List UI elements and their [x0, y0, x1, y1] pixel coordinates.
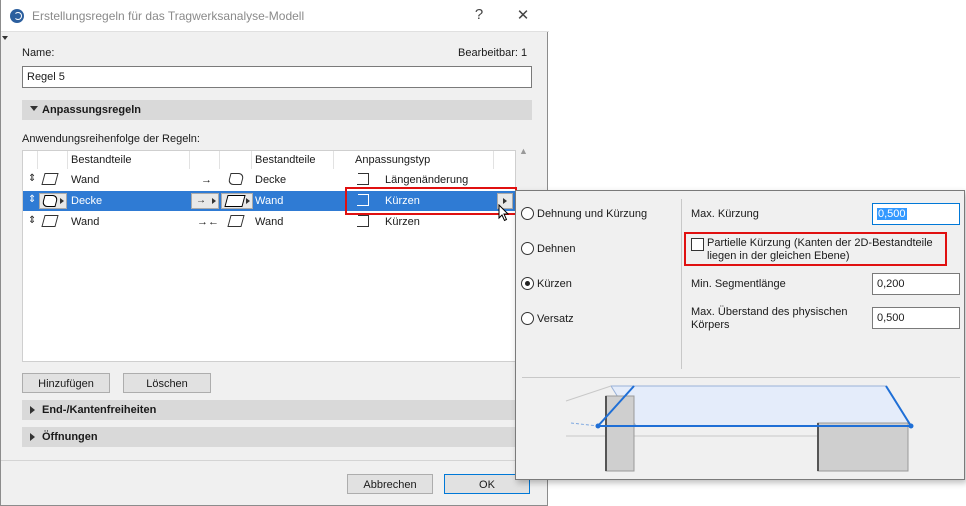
max-shortening-label: Max. Kürzung — [691, 208, 759, 220]
section-openings-label: Öffnungen — [42, 431, 98, 443]
right-component-dropdown[interactable] — [221, 193, 253, 209]
name-label: Name: — [22, 47, 55, 59]
help-button[interactable]: ? — [469, 6, 489, 23]
table-row-selected[interactable]: ⇕ Decke → Wand Kürzen — [23, 191, 515, 211]
max-overhang-input[interactable]: 0,500 — [872, 307, 960, 329]
row-arrow: → — [196, 195, 206, 206]
horizontal-divider — [522, 377, 960, 378]
row-arrow: → — [201, 174, 212, 186]
delete-button[interactable]: Löschen — [123, 373, 211, 393]
left-component-dropdown[interactable] — [39, 193, 67, 209]
row-adjust-type: Kürzen — [385, 195, 420, 207]
slab-icon — [227, 173, 245, 185]
min-segment-label: Min. Segmentlänge — [691, 278, 786, 290]
expanded-arrow-icon — [30, 106, 38, 111]
column-header-adjust-type: Anpassungstyp — [355, 154, 431, 166]
add-button[interactable]: Hinzufügen — [22, 373, 110, 393]
adjust-type-popup: Dehnung und Kürzung Dehnen Kürzen Versat… — [515, 190, 965, 480]
dropdown-arrow-icon — [246, 198, 250, 204]
rules-dialog: Erstellungsregeln für das Tragwerksanaly… — [0, 0, 549, 506]
radio-extend-and-shorten-label[interactable]: Dehnung und Kürzung — [537, 208, 647, 220]
drag-handle-icon[interactable]: ⇕ — [28, 194, 36, 205]
rules-order-label: Anwendungsreihenfolge der Regeln: — [22, 133, 200, 145]
radio-extend-label[interactable]: Dehnen — [537, 243, 576, 255]
table-row[interactable]: ⇕ Wand → Decke Längenänderung — [23, 170, 515, 190]
close-button[interactable]: ✕ — [513, 6, 533, 24]
shorten-icon — [357, 215, 369, 227]
collapsed-arrow-icon — [30, 406, 35, 414]
row-arrow: →← — [197, 216, 219, 228]
editable-label: Bearbeitbar: 1 — [458, 47, 528, 59]
max-overhang-label-line1: Max. Überstand des physischen — [691, 306, 848, 318]
max-shortening-value: 0,500 — [877, 208, 907, 220]
cancel-button[interactable]: Abbrechen — [347, 474, 433, 494]
section-end-edge-label: End-/Kantenfreiheiten — [42, 404, 157, 416]
dropdown-arrow-icon — [60, 198, 64, 204]
archicad-app-icon — [10, 9, 24, 23]
partial-shortening-label-line2[interactable]: liegen in der gleichen Ebene) — [707, 250, 850, 262]
rules-table: Bestandteile Bestandteile Anpassungstyp … — [22, 150, 516, 362]
scroll-up-icon[interactable]: ▲ — [519, 146, 528, 156]
vertical-divider — [681, 199, 682, 369]
footer-divider — [1, 460, 547, 461]
radio-offset-label[interactable]: Versatz — [537, 313, 574, 325]
row-left-component: Wand — [71, 174, 100, 186]
min-segment-input[interactable]: 0,200 — [872, 273, 960, 295]
wall-icon — [227, 215, 245, 227]
wall-icon — [41, 215, 59, 227]
drag-handle-icon[interactable]: ⇕ — [28, 173, 36, 184]
radio-offset[interactable] — [521, 312, 534, 325]
wall-icon — [41, 173, 59, 185]
mouse-cursor-icon — [498, 204, 510, 222]
section-adjust-rules[interactable]: Anpassungsregeln — [22, 100, 532, 120]
dropdown-arrow-icon — [212, 198, 216, 204]
radio-extend[interactable] — [521, 242, 534, 255]
row-right-component: Decke — [255, 174, 287, 186]
slab-icon — [41, 195, 59, 207]
radio-shorten-label[interactable]: Kürzen — [537, 278, 572, 290]
row-left-component: Decke — [71, 195, 103, 207]
collapsed-arrow-icon — [30, 433, 35, 441]
radio-shorten[interactable] — [521, 277, 534, 290]
direction-dropdown[interactable]: → — [191, 193, 219, 209]
partial-shortening-checkbox[interactable] — [691, 238, 704, 251]
radio-extend-and-shorten[interactable] — [521, 207, 534, 220]
row-left-component: Wand — [71, 216, 100, 228]
row-adjust-type: Längenänderung — [385, 174, 469, 186]
title-bar: Erstellungsregeln für das Tragwerksanaly… — [1, 0, 549, 32]
section-end-edge[interactable]: End-/Kantenfreiheiten — [22, 400, 516, 420]
column-header-components-left: Bestandteile — [71, 154, 132, 166]
max-overhang-value: 0,500 — [877, 312, 905, 324]
partial-shortening-label-line1[interactable]: Partielle Kürzung (Kanten der 2D-Bestand… — [707, 237, 933, 249]
row-right-component: Wand — [255, 195, 284, 207]
row-adjust-type: Kürzen — [385, 216, 420, 228]
collapse-arrow-icon[interactable] — [2, 36, 8, 40]
max-shortening-input[interactable]: 0,500 — [872, 203, 960, 225]
section-adjust-rules-label: Anpassungsregeln — [42, 104, 142, 116]
window-title: Erstellungsregeln für das Tragwerksanaly… — [32, 9, 305, 23]
column-header-components-right: Bestandteile — [255, 154, 316, 166]
row-right-component: Wand — [255, 216, 284, 228]
wall-icon — [224, 195, 246, 207]
name-input[interactable] — [22, 66, 532, 88]
section-openings[interactable]: Öffnungen — [22, 427, 516, 447]
drag-handle-icon[interactable]: ⇕ — [28, 215, 36, 226]
length-change-icon — [357, 173, 369, 185]
shorten-icon — [357, 194, 369, 206]
table-row[interactable]: ⇕ Wand →← Wand Kürzen — [23, 212, 515, 232]
shortening-preview-illustration — [565, 385, 914, 472]
min-segment-value: 0,200 — [877, 278, 905, 290]
max-overhang-label-line2: Körpers — [691, 319, 730, 331]
